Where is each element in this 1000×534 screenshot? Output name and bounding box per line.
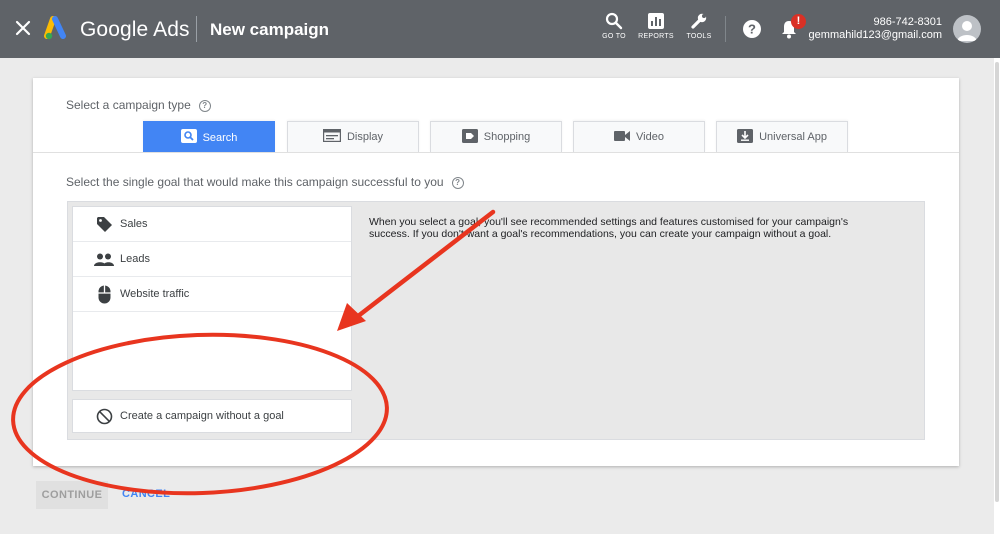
account-phone: 986-742-8301 [873, 16, 942, 28]
scrollbar-thumb[interactable] [995, 62, 999, 502]
campaign-type-label: Select a campaign type [66, 98, 191, 112]
header-divider [725, 16, 726, 42]
reports-icon [648, 13, 664, 29]
tab-search[interactable]: Search [143, 121, 275, 153]
account-info[interactable]: 986-742-8301 gemmahild123@gmail.com [809, 16, 942, 42]
campaign-type-heading: Select a campaign type? [66, 98, 211, 112]
help-icon[interactable]: ? [742, 19, 762, 39]
notification-badge: ! [791, 14, 806, 29]
header-divider [196, 16, 197, 42]
campaign-setup-card: Select a campaign type? Search Display S… [33, 78, 959, 466]
mouse-icon [94, 285, 114, 304]
tools-label: TOOLS [686, 33, 712, 40]
goto-button[interactable]: GO TO [594, 12, 634, 40]
people-icon [94, 253, 114, 266]
block-icon [94, 408, 114, 425]
help-circle-icon[interactable]: ? [451, 177, 464, 189]
goal-item-website-traffic[interactable]: Website traffic [73, 277, 351, 312]
cancel-button[interactable]: CANCEL [122, 488, 170, 500]
tools-button[interactable]: TOOLS [679, 12, 719, 40]
goal-item-label: Leads [120, 253, 150, 265]
goal-item-sales[interactable]: Sales [73, 207, 351, 242]
help-circle-icon[interactable]: ? [198, 100, 211, 112]
reports-button[interactable]: REPORTS [636, 12, 676, 40]
tab-universal-app[interactable]: Universal App [716, 121, 848, 152]
search-icon [180, 129, 197, 146]
display-icon [322, 128, 342, 145]
continue-button[interactable]: CONTINUE [36, 481, 108, 509]
shopping-tag-icon [461, 128, 478, 146]
no-goal-label: Create a campaign without a goal [120, 410, 284, 422]
goal-heading: Select the single goal that would make t… [66, 175, 464, 189]
google-ads-logo-icon [44, 16, 66, 40]
wrench-icon [691, 13, 707, 29]
goal-section: Select the single goal that would make t… [33, 152, 959, 466]
page-title: New campaign [210, 20, 330, 39]
tab-video[interactable]: Video [573, 121, 705, 152]
brand-name: Google Ads [80, 18, 190, 41]
video-icon [614, 130, 631, 145]
reports-label: REPORTS [638, 33, 674, 40]
goal-item-leads[interactable]: Leads [73, 242, 351, 277]
download-icon [737, 128, 754, 146]
search-icon [605, 12, 623, 30]
tab-label: Video [636, 131, 664, 143]
goto-label: GO TO [602, 33, 626, 40]
close-icon[interactable] [12, 17, 34, 39]
create-without-goal-option[interactable]: Create a campaign without a goal [72, 399, 352, 433]
tab-label: Display [346, 131, 384, 143]
goal-item-label: Sales [120, 218, 148, 230]
tab-shopping[interactable]: Shopping [430, 121, 562, 152]
top-app-bar: Google Ads New campaign GO TO REPORTS TO… [0, 0, 1000, 58]
tab-label: Search [202, 131, 238, 144]
tab-label: Universal App [759, 131, 827, 143]
tag-icon [94, 216, 114, 233]
goal-info-text: When you select a goal, you'll see recom… [369, 216, 849, 240]
goal-item-label: Website traffic [120, 288, 190, 300]
tab-label: Shopping [483, 131, 531, 143]
svg-text:?: ? [748, 22, 756, 37]
person-icon [957, 21, 977, 41]
goal-list: Sales Leads Website traffic [72, 206, 352, 391]
account-email: gemmahild123@gmail.com [808, 29, 942, 41]
goal-label: Select the single goal that would make t… [66, 175, 444, 189]
avatar[interactable] [953, 15, 981, 43]
goal-panel: Sales Leads Website traffic Create a cam… [67, 201, 925, 440]
tab-display[interactable]: Display [287, 121, 419, 152]
